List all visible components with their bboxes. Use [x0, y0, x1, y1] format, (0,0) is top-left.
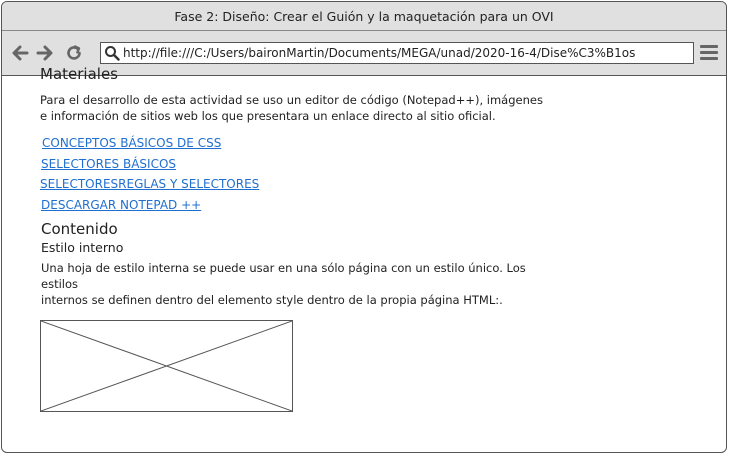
link-selectores-basicos[interactable]: SELECTORES BÁSICOS [41, 157, 176, 171]
estilo-line-1: Una hoja de estilo interna se puede usar… [41, 261, 526, 275]
search-icon [101, 43, 123, 63]
materiales-line-1: Para el desarrollo de esta actividad se … [40, 93, 543, 107]
url-input[interactable] [123, 46, 683, 60]
estilo-line-2: estilos [41, 277, 78, 291]
estilo-interno-subheading: Estilo interno [41, 240, 124, 255]
image-placeholder [40, 320, 293, 412]
materiales-heading: Materiales [40, 65, 118, 83]
browser-window: Fase 2: Diseño: Crear el Guión y la maqu… [1, 1, 727, 453]
forward-arrow-icon[interactable] [35, 43, 55, 63]
window-title: Fase 2: Diseño: Crear el Guión y la maqu… [174, 8, 554, 24]
link-selectores-reglas[interactable]: SELECTORESREGLAS Y SELECTORES [40, 177, 259, 191]
contenido-heading: Contenido [41, 220, 118, 238]
back-arrow-icon[interactable] [10, 43, 30, 63]
estilo-paragraph: Una hoja de estilo interna se puede usar… [41, 260, 561, 308]
address-bar[interactable] [100, 42, 694, 64]
hamburger-menu-icon[interactable] [700, 45, 718, 61]
materiales-paragraph: Para el desarrollo de esta actividad se … [40, 92, 600, 124]
materiales-line-2: e información de sitios web los que pres… [40, 109, 496, 123]
link-descargar-notepad[interactable]: DESCARGAR NOTEPAD ++ [41, 198, 201, 212]
estilo-line-3: internos se definen dentro del elemento … [41, 293, 503, 307]
window-titlebar: Fase 2: Diseño: Crear el Guión y la maqu… [2, 2, 726, 31]
link-conceptos-css[interactable]: CONCEPTOS BÁSICOS DE CSS [42, 136, 221, 150]
reload-icon[interactable] [64, 43, 84, 63]
